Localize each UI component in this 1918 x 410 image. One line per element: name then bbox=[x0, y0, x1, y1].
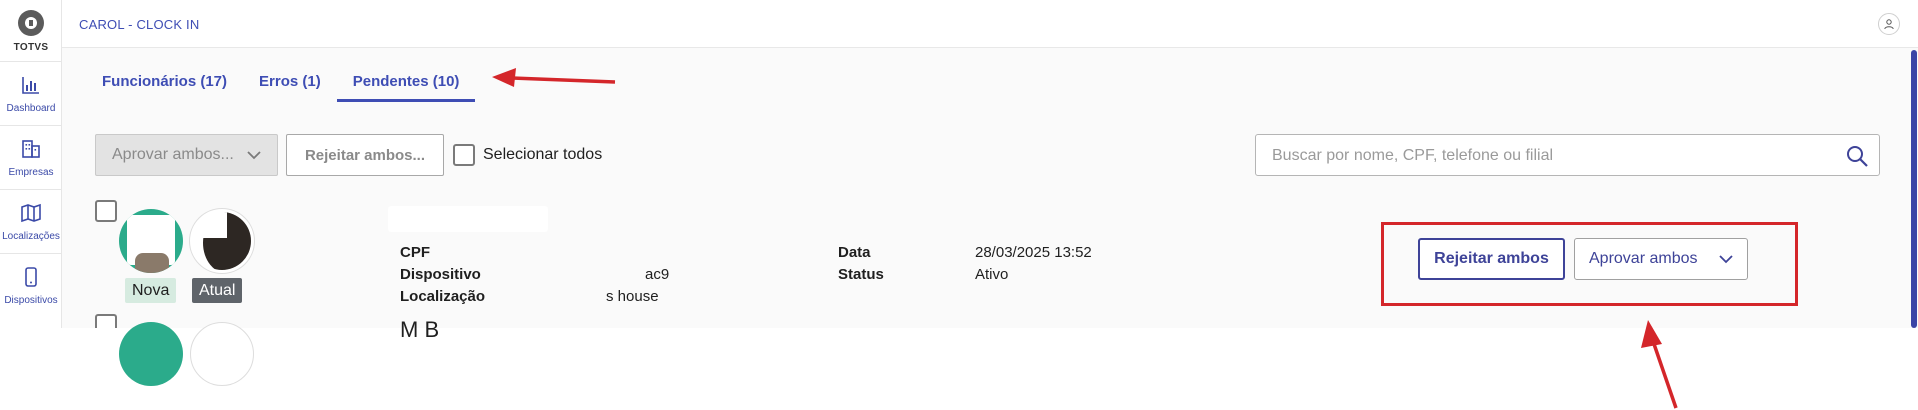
tab-pendentes[interactable]: Pendentes (10) bbox=[336, 66, 476, 102]
redacted-name bbox=[388, 206, 548, 232]
sidebar-item-localizacoes[interactable]: Localizações bbox=[0, 190, 62, 254]
reject-both-button[interactable]: Rejeitar ambos bbox=[1418, 238, 1565, 280]
scrollbar-thumb[interactable] bbox=[1911, 50, 1917, 328]
chevron-down-icon bbox=[1719, 255, 1733, 264]
sidebar-item-empresas[interactable]: Empresas bbox=[0, 126, 62, 190]
brand[interactable]: TOTVS bbox=[0, 0, 62, 62]
approve-both-dropdown[interactable]: Aprovar ambos bbox=[1574, 238, 1748, 280]
tab-erros[interactable]: Erros (1) bbox=[243, 66, 337, 102]
date-value: 28/03/2025 13:52 bbox=[975, 244, 1092, 261]
annotation-arrow-up bbox=[1641, 320, 1678, 409]
avatar-current-photo bbox=[190, 209, 254, 273]
phone-icon bbox=[25, 267, 37, 287]
tab-bar: Funcionários (17) Erros (1) Pendentes (1… bbox=[86, 66, 476, 102]
cpf-label: CPF bbox=[400, 244, 430, 261]
annotation-arrow-left bbox=[492, 68, 616, 87]
select-all[interactable]: Selecionar todos bbox=[453, 144, 602, 166]
search-box[interactable] bbox=[1255, 134, 1880, 176]
avatar-current-photo bbox=[190, 322, 254, 386]
avatar-new-photo bbox=[119, 209, 183, 273]
bulk-approve-select[interactable]: Aprovar ambos... bbox=[95, 134, 278, 176]
location-value: s house bbox=[606, 288, 659, 305]
sidebar-item-label: Dispositivos bbox=[4, 295, 58, 306]
row-checkbox[interactable] bbox=[95, 200, 117, 222]
brand-name: TOTVS bbox=[13, 42, 49, 53]
chevron-down-icon bbox=[247, 151, 261, 160]
sidebar-item-dispositivos[interactable]: Dispositivos bbox=[0, 254, 62, 318]
location-label: Localização bbox=[400, 288, 486, 305]
app-window: TOTVS Dashboard Empresas Localizações Di… bbox=[0, 0, 1918, 386]
sidebar: TOTVS Dashboard Empresas Localizações Di… bbox=[0, 0, 62, 328]
building-icon bbox=[22, 140, 40, 158]
avatar-new-photo bbox=[119, 322, 183, 386]
sidebar-item-label: Empresas bbox=[8, 167, 54, 178]
device-label: Dispositivo bbox=[400, 266, 481, 283]
sidebar-item-dashboard[interactable]: Dashboard bbox=[0, 62, 62, 126]
search-icon[interactable] bbox=[1845, 144, 1869, 168]
status-label: Status bbox=[838, 266, 884, 283]
app-title: CAROL - CLOCK IN bbox=[79, 17, 200, 32]
select-all-checkbox[interactable] bbox=[453, 144, 475, 166]
row-checkbox[interactable] bbox=[95, 314, 117, 328]
bulk-reject-button[interactable]: Rejeitar ambos... bbox=[286, 134, 444, 176]
user-icon[interactable] bbox=[1878, 13, 1900, 35]
approve-both-label: Aprovar ambos bbox=[1589, 250, 1698, 267]
status-value: Ativo bbox=[975, 266, 1009, 283]
tag-new: Nova bbox=[125, 278, 177, 303]
map-icon bbox=[21, 203, 41, 223]
sidebar-item-label: Localizações bbox=[2, 231, 60, 242]
tab-funcionarios[interactable]: Funcionários (17) bbox=[86, 66, 243, 102]
sidebar-item-label: Dashboard bbox=[6, 103, 56, 114]
next-record-name: M B bbox=[400, 317, 440, 342]
bulk-approve-label: Aprovar ambos... bbox=[112, 146, 234, 163]
select-all-label: Selecionar todos bbox=[483, 146, 603, 163]
totvs-logo-icon bbox=[18, 10, 44, 36]
person-icon bbox=[1884, 19, 1894, 30]
tag-current: Atual bbox=[192, 278, 243, 303]
device-value: ac9 bbox=[645, 266, 670, 283]
bar-chart-icon bbox=[22, 77, 39, 94]
search-input[interactable] bbox=[1272, 145, 1832, 167]
top-header: CAROL - CLOCK IN bbox=[62, 0, 1918, 48]
date-label: Data bbox=[838, 244, 871, 261]
